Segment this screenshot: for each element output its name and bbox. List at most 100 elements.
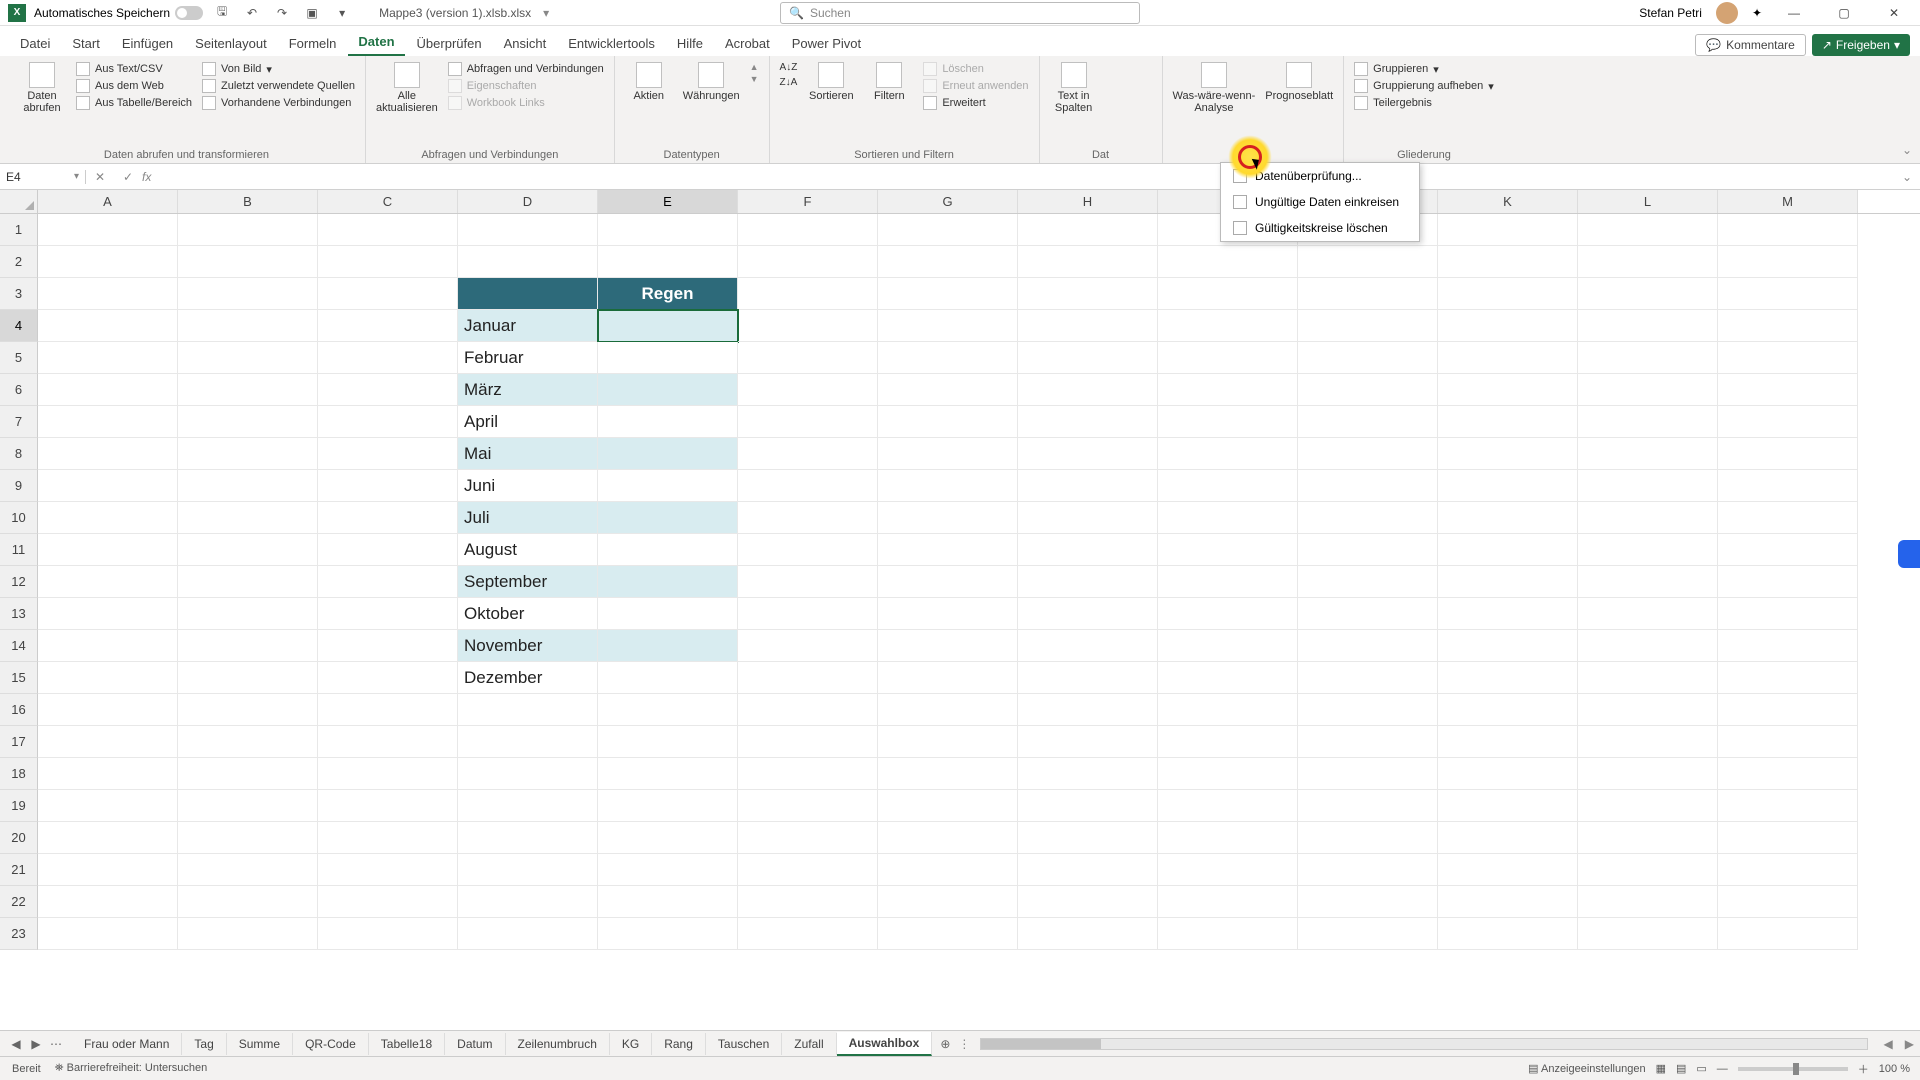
cell[interactable] xyxy=(738,598,878,630)
cell[interactable] xyxy=(1158,278,1298,310)
row-header[interactable]: 2 xyxy=(0,246,38,278)
flash-fill-icon[interactable] xyxy=(1108,62,1126,80)
cell[interactable] xyxy=(1578,214,1718,246)
sheet-tab[interactable]: Tag xyxy=(182,1033,226,1055)
column-header[interactable]: L xyxy=(1578,190,1718,213)
filtern-button[interactable]: Filtern xyxy=(865,62,913,102)
cell[interactable] xyxy=(318,470,458,502)
aktien-button[interactable]: Aktien xyxy=(625,62,673,102)
sheet-tab[interactable]: Summe xyxy=(227,1033,293,1055)
cell[interactable] xyxy=(738,342,878,374)
cell[interactable]: Oktober xyxy=(458,598,598,630)
cell[interactable] xyxy=(738,470,878,502)
was-waere-wenn-button[interactable]: Was-wäre-wenn- Analyse xyxy=(1173,62,1256,114)
sortieren-button[interactable]: Sortieren xyxy=(807,62,855,102)
cell[interactable] xyxy=(1018,854,1158,886)
row-header[interactable]: 6 xyxy=(0,374,38,406)
sheet-tab[interactable]: KG xyxy=(610,1033,652,1055)
cell[interactable] xyxy=(318,726,458,758)
cell[interactable] xyxy=(318,630,458,662)
cell[interactable] xyxy=(1578,566,1718,598)
cell[interactable] xyxy=(1578,278,1718,310)
gruppierung-aufheben-button[interactable]: Gruppierung aufheben▾ xyxy=(1354,79,1494,93)
cell[interactable] xyxy=(1718,534,1858,566)
cell[interactable] xyxy=(38,854,178,886)
row-header[interactable]: 5 xyxy=(0,342,38,374)
abfragen-verbindungen-button[interactable]: Abfragen und Verbindungen xyxy=(448,62,604,76)
cell[interactable] xyxy=(1298,566,1438,598)
cell[interactable] xyxy=(1578,790,1718,822)
cell[interactable] xyxy=(178,822,318,854)
cell[interactable] xyxy=(178,310,318,342)
cell[interactable] xyxy=(178,790,318,822)
cell[interactable] xyxy=(178,630,318,662)
cell[interactable] xyxy=(1018,534,1158,566)
fx-icon[interactable]: fx xyxy=(142,170,151,184)
sheet-nav-next-icon[interactable]: ▶ xyxy=(28,1037,44,1051)
cell[interactable] xyxy=(1718,598,1858,630)
cell[interactable] xyxy=(458,790,598,822)
vorhandene-verbindungen-button[interactable]: Vorhandene Verbindungen xyxy=(202,96,355,110)
cell[interactable] xyxy=(598,822,738,854)
consolidate-icon[interactable] xyxy=(1132,84,1150,102)
data-validation-icon[interactable] xyxy=(1108,84,1126,102)
cell[interactable] xyxy=(38,630,178,662)
cell[interactable] xyxy=(38,886,178,918)
cell[interactable] xyxy=(178,534,318,566)
cell[interactable] xyxy=(1438,566,1578,598)
save-icon[interactable]: 🖫 xyxy=(211,2,233,24)
cell[interactable] xyxy=(1298,758,1438,790)
teilergebnis-button[interactable]: Teilergebnis xyxy=(1354,96,1494,110)
cell[interactable] xyxy=(178,438,318,470)
tab-acrobat[interactable]: Acrobat xyxy=(715,31,780,56)
name-box[interactable]: E4▾ xyxy=(0,170,86,184)
cell[interactable] xyxy=(318,278,458,310)
cell[interactable] xyxy=(1718,726,1858,758)
cell[interactable] xyxy=(458,758,598,790)
cell[interactable] xyxy=(1018,246,1158,278)
cell[interactable] xyxy=(1298,726,1438,758)
cell[interactable] xyxy=(1438,630,1578,662)
cell[interactable] xyxy=(738,406,878,438)
cell[interactable] xyxy=(458,214,598,246)
cell[interactable] xyxy=(178,278,318,310)
column-header[interactable]: F xyxy=(738,190,878,213)
cell[interactable] xyxy=(38,694,178,726)
cell[interactable] xyxy=(38,598,178,630)
cell[interactable] xyxy=(1018,822,1158,854)
cell[interactable] xyxy=(1018,694,1158,726)
minimize-button[interactable]: — xyxy=(1776,1,1812,25)
cell[interactable] xyxy=(1438,438,1578,470)
cell[interactable] xyxy=(738,790,878,822)
row-header[interactable]: 15 xyxy=(0,662,38,694)
cell[interactable] xyxy=(1438,534,1578,566)
column-header[interactable]: E xyxy=(598,190,738,213)
cell[interactable] xyxy=(598,662,738,694)
cell[interactable] xyxy=(1718,630,1858,662)
cell[interactable] xyxy=(1718,822,1858,854)
new-sheet-icon[interactable]: ⊕ xyxy=(932,1037,958,1051)
row-header[interactable]: 11 xyxy=(0,534,38,566)
tab-powerpivot[interactable]: Power Pivot xyxy=(782,31,871,56)
cell[interactable] xyxy=(178,854,318,886)
text-in-spalten-button[interactable]: Text in Spalten xyxy=(1050,62,1098,114)
tab-ansicht[interactable]: Ansicht xyxy=(494,31,557,56)
cell[interactable] xyxy=(1018,758,1158,790)
sheet-nav-first-icon[interactable]: ◀ xyxy=(8,1037,24,1051)
cell[interactable] xyxy=(318,822,458,854)
tab-einfuegen[interactable]: Einfügen xyxy=(112,31,183,56)
zoom-out-icon[interactable]: — xyxy=(1717,1063,1728,1075)
column-header[interactable]: H xyxy=(1018,190,1158,213)
column-header[interactable]: A xyxy=(38,190,178,213)
accessibility-status[interactable]: ⛯ Barrierefreiheit: Untersuchen xyxy=(55,1062,208,1075)
cell[interactable] xyxy=(878,598,1018,630)
cell[interactable] xyxy=(1578,310,1718,342)
cell[interactable] xyxy=(1298,406,1438,438)
cell[interactable] xyxy=(1718,662,1858,694)
cell[interactable] xyxy=(178,342,318,374)
cell[interactable] xyxy=(1438,342,1578,374)
cell[interactable] xyxy=(1158,406,1298,438)
cell[interactable] xyxy=(1298,662,1438,694)
cell[interactable] xyxy=(878,726,1018,758)
cell[interactable] xyxy=(178,246,318,278)
